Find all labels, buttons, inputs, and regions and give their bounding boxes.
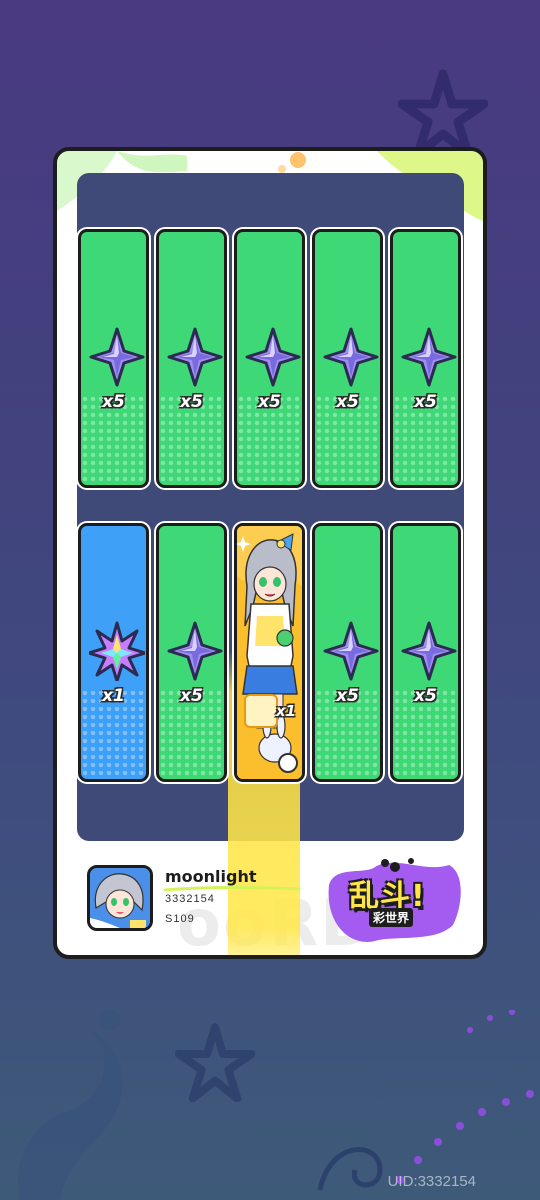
- reward-quantity: x5: [180, 392, 203, 412]
- reward-quantity: x5: [258, 392, 281, 412]
- draw-result-card: ooRD x5 x5 x5: [53, 147, 487, 959]
- rainbow-crystal-icon: [89, 621, 145, 681]
- star-crystal-icon: [323, 621, 379, 681]
- reward-quantity: x5: [414, 392, 437, 412]
- reward-quantity: x1: [102, 686, 125, 706]
- reward-slot[interactable]: x5: [312, 229, 383, 488]
- reward-slot[interactable]: x5: [78, 229, 149, 488]
- player-info: moonlight 3332154 S109 乱斗! 彩世界: [57, 851, 483, 955]
- reward-quantity: x5: [180, 686, 203, 706]
- reward-slot[interactable]: x5: [312, 523, 383, 782]
- server-label: S109: [165, 913, 195, 925]
- avatar-portrait-icon: [90, 868, 150, 928]
- background-star-icon: [175, 1023, 255, 1102]
- reward-slot[interactable]: x5: [156, 523, 227, 782]
- star-crystal-icon: [401, 327, 457, 387]
- character-avatar-icon: [244, 694, 278, 728]
- game-logo: 乱斗! 彩世界: [325, 855, 467, 947]
- player-avatar[interactable]: [87, 865, 153, 931]
- logo-subtitle: 彩世界: [369, 908, 414, 927]
- reward-quantity: x5: [336, 392, 359, 412]
- reward-quantity: x5: [102, 392, 125, 412]
- background-star-icon: [398, 69, 488, 158]
- star-crystal-icon: [167, 621, 223, 681]
- star-crystal-icon: [167, 327, 223, 387]
- character-reward-slot[interactable]: x1: [234, 523, 305, 782]
- background-splash: [18, 1010, 123, 1200]
- reward-slot[interactable]: x5: [234, 229, 305, 488]
- star-crystal-icon: [401, 621, 457, 681]
- uid-label: UID:3332154: [387, 1173, 476, 1190]
- star-crystal-icon: [89, 327, 145, 387]
- character-portrait: [237, 526, 302, 779]
- reward-quantity: x5: [414, 686, 437, 706]
- star-crystal-icon: [245, 327, 301, 387]
- reward-quantity: x1: [275, 702, 296, 720]
- player-name: moonlight: [165, 867, 257, 886]
- name-underline: [163, 886, 301, 892]
- star-crystal-icon: [323, 327, 379, 387]
- key-icon: [278, 753, 298, 773]
- reward-slot[interactable]: x5: [156, 229, 227, 488]
- reward-quantity: x5: [336, 686, 359, 706]
- reward-slot[interactable]: x1: [78, 523, 149, 782]
- reward-slot[interactable]: x5: [390, 523, 461, 782]
- player-id: 3332154: [165, 893, 215, 905]
- reward-slot[interactable]: x5: [390, 229, 461, 488]
